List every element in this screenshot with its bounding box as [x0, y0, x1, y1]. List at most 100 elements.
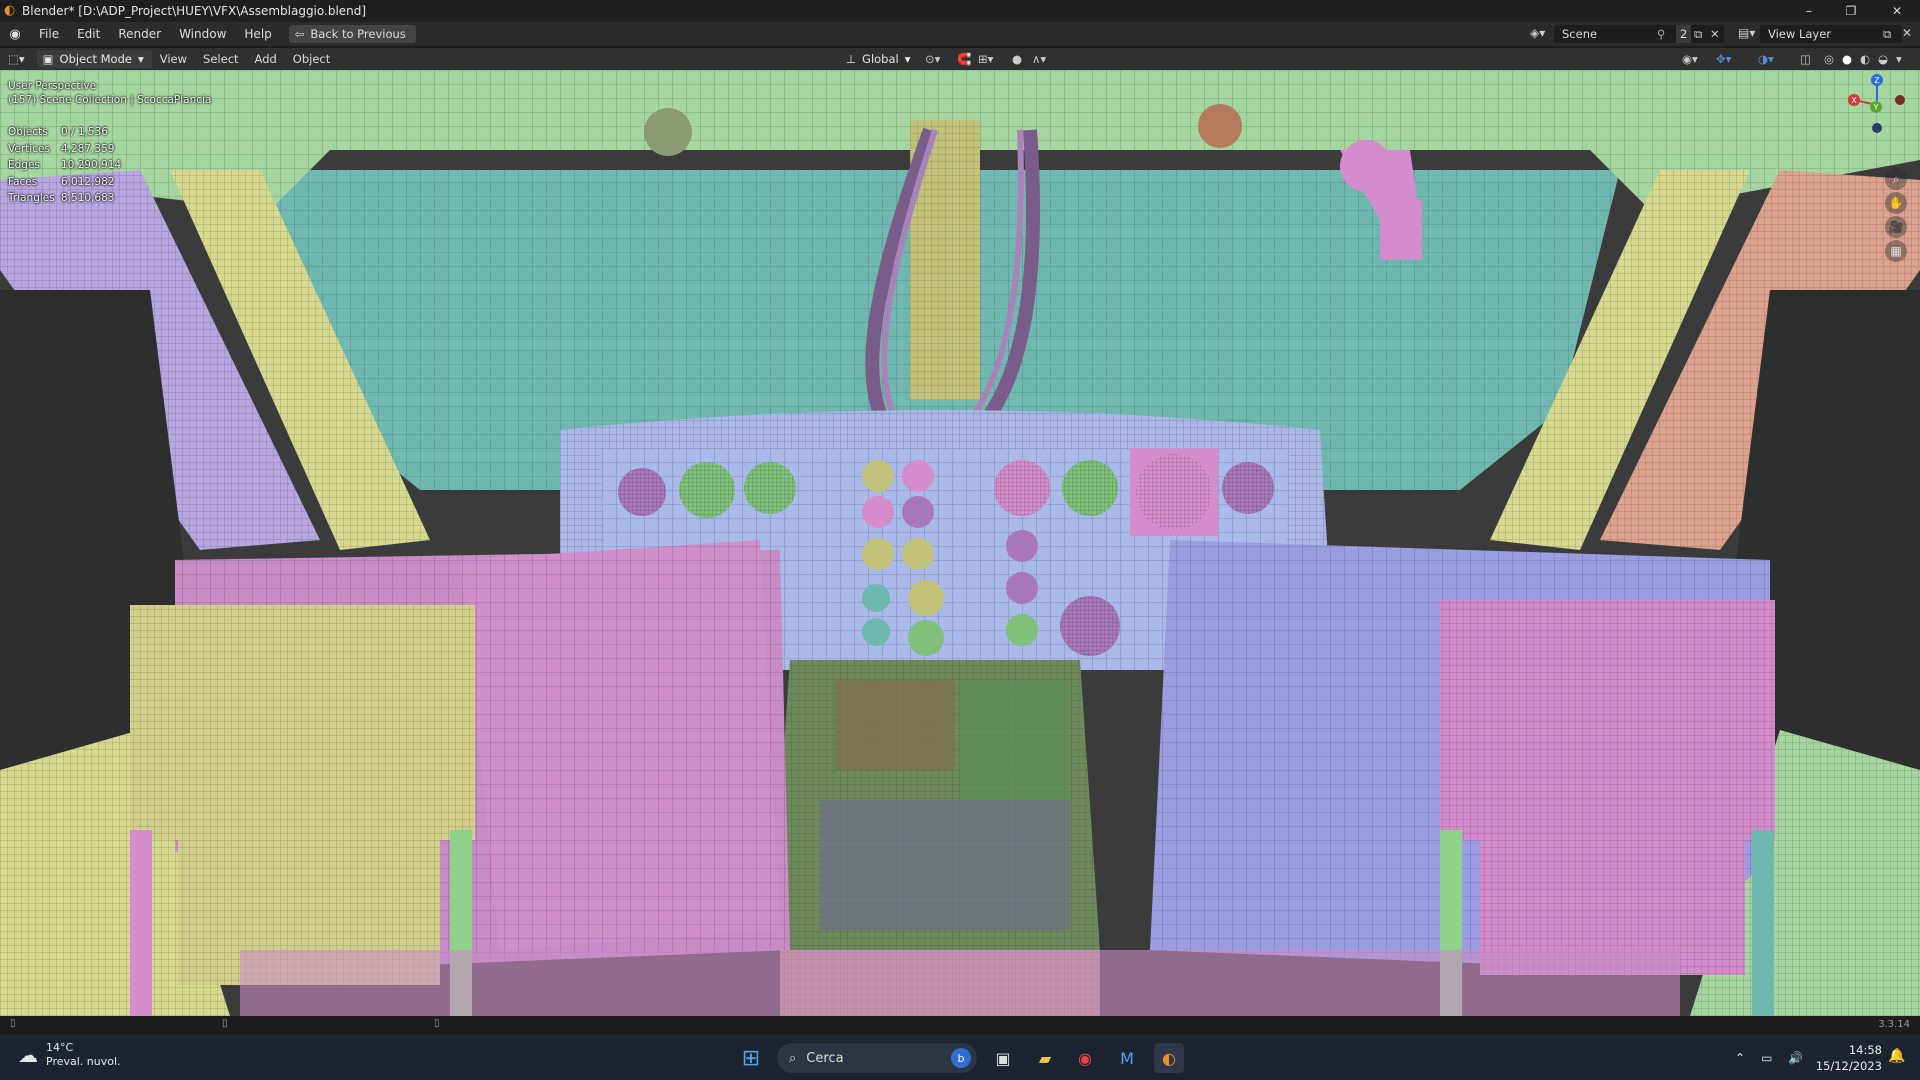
stat-row: Objects 0 / 1,536 — [8, 124, 121, 141]
scene-type-icon[interactable]: ◈▾ — [1530, 26, 1545, 40]
maximize-button[interactable]: ❐ — [1828, 0, 1874, 22]
tray-chevron-icon[interactable]: ⌃ — [1735, 1051, 1745, 1065]
chevron-down-icon: ▾ — [904, 52, 911, 66]
blender-version: 3.3.14 — [1878, 1019, 1910, 1030]
blender-taskbar-icon[interactable]: ◐ — [1154, 1043, 1184, 1073]
overlays-toggle-icon[interactable]: ◑▾ — [1758, 52, 1774, 66]
stat-row: Vertices 4,287,359 — [8, 141, 121, 158]
view-layer-selector[interactable]: View Layer ⧉ — [1760, 25, 1902, 43]
scene-users-count: 2 — [1676, 25, 1692, 43]
weather-description: Preval. nuvol. — [46, 1055, 121, 1068]
mail-app-icon[interactable]: M — [1112, 1043, 1142, 1073]
gizmo-x-label: X — [1851, 96, 1857, 105]
zoom-icon[interactable]: ⌕ — [1885, 168, 1907, 190]
title-bar: ◐ Blender* [D:\ADP_Project\HUEY\VFX\Asse… — [0, 0, 1920, 22]
shading-options-icon[interactable]: ▾ — [1896, 52, 1902, 66]
taskbar-search[interactable]: ⌕ Cerca b — [777, 1043, 977, 1073]
chevron-down-icon: ▾ — [137, 52, 144, 66]
minimize-button[interactable]: – — [1786, 0, 1832, 22]
editor-type-icon[interactable]: ⬚▾ — [0, 48, 33, 70]
pan-hand-icon[interactable]: ✋ — [1885, 192, 1907, 214]
mouse-middle-icon: ▯ — [222, 1018, 228, 1029]
stat-row: Faces 6,012,982 — [8, 174, 121, 191]
windows-taskbar: ☁ 14°C Preval. nuvol. ⊞ ⌕ Cerca b ▣ ▰ ◉ … — [0, 1035, 1920, 1080]
scene-statistics: Objects 0 / 1,536 Vertices 4,287,359 Edges… — [8, 124, 121, 207]
scene-selector[interactable]: Scene ⚲ 2 ⧉ ✕ — [1554, 25, 1724, 43]
file-explorer-icon[interactable]: ▰ — [1030, 1043, 1060, 1073]
stat-value: 6,012,982 — [61, 175, 115, 188]
viewport-3d[interactable]: User Perspective (157) Scene Collection … — [0, 70, 1920, 1016]
delete-scene-icon[interactable]: ✕ — [1710, 25, 1720, 43]
pin-icon[interactable]: ⚲ — [1657, 25, 1665, 43]
remove-view-layer-icon[interactable]: ✕ — [1902, 26, 1912, 40]
material-shading-icon[interactable]: ◐ — [1860, 52, 1870, 66]
weather-widget[interactable]: ☁ 14°C Preval. nuvol. — [18, 1041, 121, 1069]
snap-toggle-icon[interactable]: 🧲 — [957, 52, 971, 66]
proportional-falloff-icon[interactable]: ∧▾ — [1032, 52, 1046, 66]
stat-value: 10,290,914 — [61, 159, 122, 172]
object-mode-label: Object Mode — [59, 52, 132, 66]
menu-edit[interactable]: Edit — [68, 22, 109, 46]
clock-time: 14:58 — [1848, 1043, 1882, 1057]
wireframe-shading-icon[interactable]: ◎ — [1824, 52, 1834, 66]
menu-window[interactable]: Window — [170, 22, 235, 46]
new-view-layer-icon[interactable]: ⧉ — [1883, 25, 1891, 43]
view-layer-icon[interactable]: ▤▾ — [1738, 26, 1755, 40]
object-mode-dropdown[interactable]: ▣ Object Mode ▾ — [36, 50, 152, 68]
menu-object[interactable]: Object — [285, 48, 338, 70]
orientation-label: Global — [862, 52, 899, 66]
system-tray: ⌃ ▭ 🔊 — [1735, 1035, 1803, 1080]
new-scene-icon[interactable]: ⧉ — [1694, 25, 1702, 43]
menu-view[interactable]: View — [152, 48, 195, 70]
network-icon[interactable]: ▭ — [1761, 1051, 1772, 1065]
menu-render[interactable]: Render — [109, 22, 170, 46]
rendered-shading-icon[interactable]: ◒ — [1878, 52, 1888, 66]
task-view-icon[interactable]: ▣ — [988, 1043, 1018, 1073]
transform-orientation-dropdown[interactable]: ⊥ Global ▾ — [846, 52, 911, 66]
navigation-gizmo[interactable]: Z X Y — [1844, 72, 1910, 138]
stat-label: Objects — [8, 126, 48, 139]
stat-row: Triangles 8,510,683 — [8, 190, 121, 207]
scene-name: Scene — [1562, 27, 1598, 41]
back-arrow-icon: ⇦ — [294, 27, 305, 41]
orientation-icon: ⊥ — [846, 52, 857, 66]
clock[interactable]: 14:58 15/12/2023 — [1800, 1042, 1882, 1074]
windows-start-icon[interactable]: ⊞ — [736, 1043, 766, 1073]
menu-file[interactable]: File — [30, 22, 68, 46]
blender-menu-icon[interactable]: ◉ — [0, 27, 30, 42]
weather-temperature: 14°C — [46, 1041, 74, 1054]
stat-value: 0 / 1,536 — [61, 126, 108, 139]
camera-view-icon[interactable]: 🎥 — [1885, 216, 1907, 238]
menu-add[interactable]: Add — [247, 48, 285, 70]
ortho-grid-icon[interactable]: ▦ — [1885, 240, 1907, 262]
solid-shading-icon[interactable]: ● — [1842, 52, 1852, 66]
blender-logo-icon: ◐ — [4, 3, 16, 18]
bing-icon[interactable]: b — [951, 1048, 971, 1068]
back-to-previous-button[interactable]: ⇦ Back to Previous — [288, 25, 416, 43]
chrome-icon[interactable]: ◉ — [1070, 1043, 1100, 1073]
clock-date: 15/12/2023 — [1815, 1059, 1882, 1073]
stat-label: Triangles — [8, 192, 55, 205]
stat-value: 8,510,683 — [61, 192, 115, 205]
snap-target-icon[interactable]: ⊞▾ — [978, 52, 993, 66]
gizmo-y-label: Y — [1873, 103, 1879, 112]
close-button[interactable]: ✕ — [1874, 0, 1920, 22]
viewport-perspective-label: User Perspective — [8, 80, 97, 92]
visibility-icon[interactable]: ◉▾ — [1682, 52, 1698, 66]
xray-toggle-icon[interactable]: ◫ — [1800, 52, 1811, 66]
cloud-icon: ☁ — [18, 1043, 38, 1067]
cockpit-wireframe-scene — [0, 70, 1920, 1016]
stat-value: 4,287,359 — [61, 142, 115, 155]
search-icon: ⌕ — [789, 1050, 797, 1066]
menu-help[interactable]: Help — [235, 22, 280, 46]
notification-bell-icon[interactable]: 🔔 — [1888, 1048, 1905, 1064]
status-bar: ▯ ▯ ▯ 3.3.14 — [0, 1016, 1920, 1035]
back-to-previous-label: Back to Previous — [310, 27, 406, 41]
pivot-point-icon[interactable]: ⊙▾ — [925, 52, 940, 66]
stat-label: Faces — [8, 175, 38, 188]
gizmo-toggle-icon[interactable]: ✥▾ — [1716, 52, 1731, 66]
viewport-collection-label: (157) Scene Collection | ScoccaPlancia — [8, 94, 212, 106]
menu-select[interactable]: Select — [195, 48, 246, 70]
proportional-edit-icon[interactable]: ● — [1012, 52, 1022, 66]
search-placeholder: Cerca — [806, 1050, 844, 1066]
